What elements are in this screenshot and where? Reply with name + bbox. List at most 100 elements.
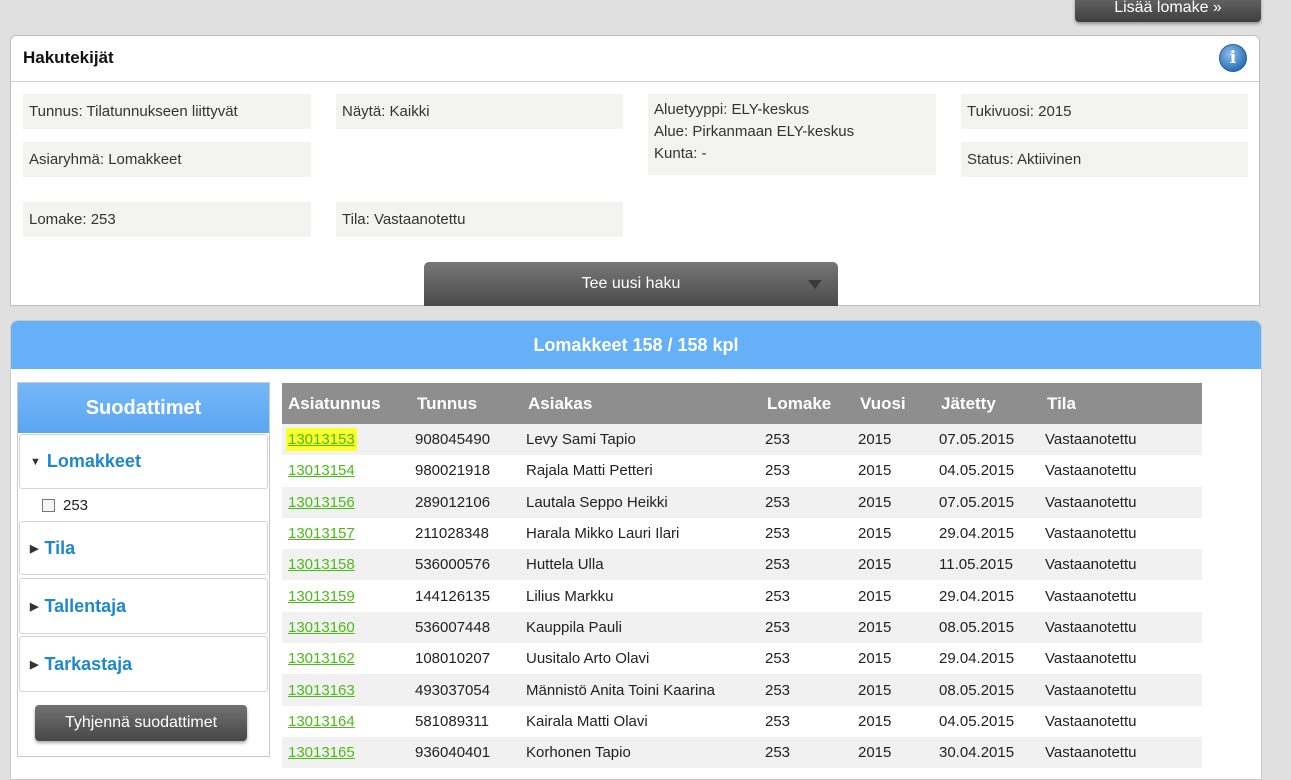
cell-asiakas: Männistö Anita Toini Kaarina	[522, 674, 761, 706]
cell-vuosi: 2015	[854, 643, 935, 675]
add-form-button[interactable]: Lisää lomake »	[1075, 0, 1261, 22]
column-header-tila[interactable]: Tila	[1041, 383, 1202, 424]
cell-tila: Vastaanotettu	[1041, 424, 1202, 456]
filters-title: Suodattimet	[18, 383, 269, 433]
caret-right-icon: ▶	[30, 658, 39, 671]
caret-right-icon: ▶	[30, 542, 39, 555]
cell-jatetty: 29.04.2015	[935, 517, 1041, 550]
facet-tallentaja[interactable]: ▶ Tallentaja	[19, 578, 268, 634]
case-id-link[interactable]: 13013158	[286, 553, 357, 576]
table-row[interactable]: 13013158 536000576 Huttela Ulla 253 2015 11.0…	[282, 549, 1202, 581]
cell-asiakas: Uusitalo Arto Olavi	[522, 643, 761, 675]
cell-tunnus: 936040401	[411, 736, 522, 769]
case-id-link[interactable]: 13013154	[286, 459, 357, 482]
cell-asiakas: Kauppila Pauli	[522, 611, 761, 644]
cell-vuosi: 2015	[854, 736, 935, 769]
case-id-link[interactable]: 13013159	[286, 585, 357, 608]
cell-tila: Vastaanotettu	[1041, 486, 1202, 518]
criterion-asiaryhma: Asiaryhmä: Lomakkeet	[23, 142, 311, 177]
cell-jatetty: 04.05.2015	[935, 455, 1041, 487]
cell-tunnus: 536000576	[411, 549, 522, 581]
case-id-link[interactable]: 13013162	[286, 647, 357, 670]
cell-tunnus: 980021918	[411, 455, 522, 487]
results-panel: Lomakkeet 158 / 158 kpl Suodattimet ▼ Lo…	[10, 320, 1262, 780]
column-header-vuosi[interactable]: Vuosi	[854, 383, 935, 424]
column-header-tunnus[interactable]: Tunnus	[411, 383, 522, 424]
facet-label: Tallentaja	[44, 595, 127, 616]
column-header-lomake[interactable]: Lomake	[761, 383, 854, 424]
table-row[interactable]: 13013159 144126135 Lilius Markku 253 2015 29.…	[282, 580, 1202, 612]
criterion-nayta: Näytä: Kaikki	[336, 94, 623, 129]
cell-lomake: 253	[761, 611, 854, 644]
cell-jatetty: 07.05.2015	[935, 424, 1041, 456]
cell-jatetty: 29.04.2015	[935, 580, 1041, 612]
criterion-aluetyyppi: Aluetyyppi: ELY-keskus	[654, 101, 810, 118]
table-row[interactable]: 13013164 581089311 Kairala Matti Olavi 253 2…	[282, 705, 1202, 737]
case-id-link[interactable]: 13013164	[286, 710, 357, 733]
column-header-asiatunnus[interactable]: Asiatunnus	[282, 383, 411, 424]
cell-tunnus: 211028348	[411, 517, 522, 550]
cell-case-id: 13013157	[282, 517, 411, 550]
cell-tila: Vastaanotettu	[1041, 674, 1202, 706]
results-table-wrap: Asiatunnus Tunnus Asiakas Lomake Vuosi J…	[282, 383, 1202, 769]
table-row[interactable]: 13013162 108010207 Uusitalo Arto Olavi 253 2…	[282, 643, 1202, 675]
table-row[interactable]: 13013157 211028348 Harala Mikko Lauri Ilar…	[282, 517, 1202, 550]
cell-lomake: 253	[761, 580, 854, 612]
cell-case-id: 13013153	[282, 424, 411, 456]
criterion-area: Aluetyyppi: ELY-keskus Alue: Pirkanmaan …	[648, 94, 936, 175]
criterion-tila: Tila: Vastaanotettu	[336, 202, 623, 237]
cell-lomake: 253	[761, 674, 854, 706]
facet-tarkastaja[interactable]: ▶ Tarkastaja	[19, 636, 268, 692]
cell-tila: Vastaanotettu	[1041, 736, 1202, 769]
cell-asiakas: Kairala Matti Olavi	[522, 705, 761, 737]
cell-jatetty: 04.05.2015	[935, 705, 1041, 737]
filters-sidebar: Suodattimet ▼ Lomakkeet 253 ▶ Tila ▶ Tal…	[17, 382, 270, 757]
new-search-button[interactable]: Tee uusi haku	[424, 262, 838, 306]
cell-tila: Vastaanotettu	[1041, 549, 1202, 581]
cell-vuosi: 2015	[854, 549, 935, 581]
facet-label: Lomakkeet	[46, 451, 141, 471]
case-id-link[interactable]: 13013165	[286, 741, 357, 764]
cell-case-id: 13013163	[282, 674, 411, 706]
cell-tila: Vastaanotettu	[1041, 517, 1202, 550]
case-id-link[interactable]: 13013153	[286, 428, 357, 452]
cell-vuosi: 2015	[854, 705, 935, 737]
checkbox-253[interactable]	[42, 498, 55, 512]
facet-label: Tila	[44, 537, 76, 558]
cell-lomake: 253	[761, 643, 854, 675]
case-id-link[interactable]: 13013160	[286, 616, 357, 639]
criterion-alue: Alue: Pirkanmaan ELY-keskus	[654, 123, 855, 140]
table-row[interactable]: 13013163 493037054 Männistö Anita Toini Ka…	[282, 674, 1202, 706]
table-row[interactable]: 13013153 908045490 Levy Sami Tapio 253 2015 0…	[282, 424, 1202, 456]
cell-vuosi: 2015	[854, 517, 935, 550]
column-header-asiakas[interactable]: Asiakas	[522, 383, 761, 424]
criterion-kunta: Kunta: -	[654, 145, 707, 162]
cell-asiakas: Korhonen Tapio	[522, 736, 761, 769]
case-id-link[interactable]: 13013157	[286, 522, 357, 545]
case-id-link[interactable]: 13013163	[286, 679, 357, 702]
cell-case-id: 13013154	[282, 455, 411, 487]
case-id-link[interactable]: 13013156	[286, 491, 357, 514]
criterion-status: Status: Aktiivinen	[961, 142, 1248, 177]
cell-vuosi: 2015	[854, 674, 935, 706]
cell-case-id: 13013165	[282, 736, 411, 769]
cell-jatetty: 08.05.2015	[935, 611, 1041, 644]
table-header-row: Asiatunnus Tunnus Asiakas Lomake Vuosi J…	[282, 383, 1202, 424]
cell-tunnus: 493037054	[411, 674, 522, 706]
facet-tila[interactable]: ▶ Tila	[19, 521, 268, 575]
facet-option-253: 253	[18, 489, 269, 521]
info-icon[interactable]: i	[1219, 44, 1247, 72]
facet-lomakkeet[interactable]: ▼ Lomakkeet	[19, 434, 268, 489]
column-header-jatetty[interactable]: Jätetty	[935, 383, 1041, 424]
new-search-label: Tee uusi haku	[581, 275, 681, 292]
cell-lomake: 253	[761, 455, 854, 487]
cell-case-id: 13013164	[282, 705, 411, 737]
cell-case-id: 13013158	[282, 549, 411, 581]
search-criteria-panel: Hakutekijät i Tunnus: Tilatunnukseen lii…	[10, 35, 1260, 306]
table-row[interactable]: 13013154 980021918 Rajala Matti Petteri 253…	[282, 455, 1202, 487]
table-row[interactable]: 13013165 936040401 Korhonen Tapio 253 2015 30…	[282, 736, 1202, 769]
clear-filters-button[interactable]: Tyhjennä suodattimet	[35, 705, 247, 741]
table-row[interactable]: 13013156 289012106 Lautala Seppo Heikki 253…	[282, 486, 1202, 518]
cell-vuosi: 2015	[854, 486, 935, 518]
table-row[interactable]: 13013160 536007448 Kauppila Pauli 253 2015 08…	[282, 611, 1202, 644]
